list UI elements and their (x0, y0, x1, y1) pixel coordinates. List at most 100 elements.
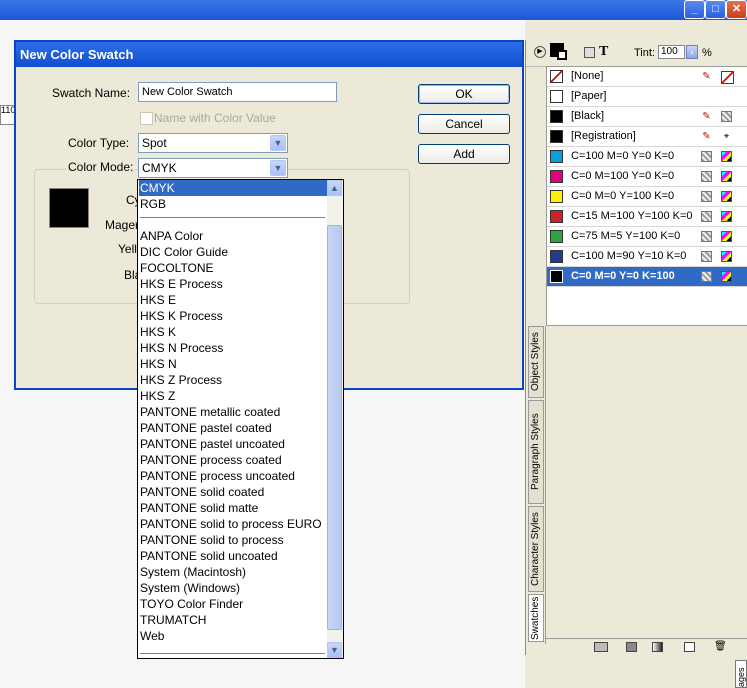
scroll-thumb[interactable] (327, 225, 342, 630)
dropdown-option[interactable]: System (Windows) (139, 580, 327, 596)
color-mode-select[interactable]: CMYK ▼ (138, 158, 288, 178)
tint-input[interactable]: 100 (658, 45, 685, 59)
dropdown-option[interactable]: PANTONE process uncoated (139, 468, 327, 484)
dropdown-separator (140, 217, 325, 218)
swatch-black-chip (550, 110, 563, 123)
formatting-text-icon[interactable]: T (599, 44, 608, 60)
swatch-name: C=100 M=0 Y=0 K=0 (571, 150, 675, 162)
tint-label: Tint: (634, 47, 655, 59)
tab-swatches[interactable]: Swatches (528, 594, 544, 642)
dropdown-option[interactable]: PANTONE pastel coated (139, 420, 327, 436)
dropdown-option[interactable]: HKS Z Process (139, 372, 327, 388)
tab-object-styles[interactable]: Object Styles (528, 326, 544, 398)
name-with-color-value-checkbox[interactable] (140, 112, 153, 125)
scroll-down-icon[interactable]: ▼ (327, 642, 342, 658)
swatch-row[interactable]: C=15 M=100 Y=100 K=0 (547, 207, 747, 227)
minimize-button[interactable]: _ (684, 0, 705, 19)
swatch-name: [None] (571, 70, 604, 82)
swatch-row[interactable]: [Paper] (547, 87, 747, 107)
tab-paragraph-styles[interactable]: Paragraph Styles (528, 400, 544, 504)
swatch-row[interactable]: [None] ✎ (547, 67, 747, 87)
process-color-icon (701, 191, 712, 202)
swatch-row[interactable]: C=0 M=100 Y=0 K=0 (547, 167, 747, 187)
scroll-up-icon[interactable]: ▲ (327, 180, 342, 196)
swatch-color-chip (550, 250, 563, 263)
cancel-button[interactable]: Cancel (418, 114, 510, 134)
dropdown-option[interactable]: HKS Z (139, 388, 327, 404)
swatch-row[interactable]: C=100 M=0 Y=0 K=0 (547, 147, 747, 167)
tab-pages[interactable]: ages (735, 660, 747, 688)
dropdown-option[interactable]: TRUMATCH (139, 612, 327, 628)
maximize-button[interactable]: □ (705, 0, 726, 19)
swatch-row[interactable]: C=75 M=5 Y=100 K=0 (547, 227, 747, 247)
dropdown-option[interactable]: PANTONE solid uncoated (139, 548, 327, 564)
dropdown-separator (140, 653, 325, 654)
process-color-icon (701, 251, 712, 262)
swatches-list: [None] ✎ [Paper] [Black] ✎ [Registration… (546, 66, 747, 326)
swatch-name: [Paper] (571, 90, 607, 102)
color-type-select[interactable]: Spot ▼ (138, 133, 288, 153)
chevron-down-icon[interactable]: ▼ (270, 135, 286, 151)
none-icon (721, 71, 734, 84)
process-color-icon (701, 231, 712, 242)
no-edit-icon: ✎ (702, 111, 711, 122)
dropdown-option[interactable]: HKS E (139, 292, 327, 308)
process-color-icon (701, 211, 712, 222)
dropdown-option[interactable]: RGB (139, 196, 327, 212)
dropdown-option[interactable]: TOYO Color Finder (139, 596, 327, 612)
show-color-swatches-icon[interactable] (626, 642, 637, 652)
swatch-name: C=15 M=100 Y=100 K=0 (571, 210, 693, 222)
cmyk-mode-icon (721, 211, 732, 222)
swatch-row[interactable]: [Black] ✎ (547, 107, 747, 127)
dropdown-option[interactable]: HKS N (139, 356, 327, 372)
dropdown-option[interactable]: Web (139, 628, 327, 644)
dropdown-option[interactable]: PANTONE solid to process (139, 532, 327, 548)
name-with-color-value-label: Name with Color Value (154, 111, 276, 125)
formatting-container-icon[interactable] (584, 47, 595, 58)
swatch-row[interactable]: C=100 M=90 Y=10 K=0 (547, 247, 747, 267)
dropdown-option[interactable]: PANTONE process coated (139, 452, 327, 468)
panel-menu-icon[interactable]: ▶ (534, 46, 546, 58)
dropdown-option[interactable]: PANTONE solid matte (139, 500, 327, 516)
tab-character-styles[interactable]: Character Styles (528, 506, 544, 592)
dropdown-option[interactable]: PANTONE solid coated (139, 484, 327, 500)
show-all-swatches-icon[interactable] (594, 642, 608, 652)
dropdown-option[interactable]: HKS K (139, 324, 327, 340)
add-button[interactable]: Add (418, 144, 510, 164)
swatch-name: C=0 M=100 Y=0 K=0 (571, 170, 675, 182)
dropdown-option[interactable]: DIC Color Guide (139, 244, 327, 260)
cmyk-mode-icon (721, 251, 732, 262)
color-mode-value: CMYK (142, 161, 177, 175)
stroke-icon[interactable] (557, 50, 567, 60)
ok-button[interactable]: OK (418, 84, 510, 104)
process-color-icon (701, 171, 712, 182)
dropdown-option[interactable]: PANTONE solid to process EURO (139, 516, 327, 532)
new-swatch-icon[interactable] (684, 642, 695, 652)
cmyk-mode-icon (721, 171, 732, 182)
dropdown-option[interactable]: HKS N Process (139, 340, 327, 356)
dropdown-option[interactable]: System (Macintosh) (139, 564, 327, 580)
dropdown-option[interactable]: FOCOLTONE (139, 260, 327, 276)
swatch-row-selected[interactable]: C=0 M=0 Y=0 K=100 (547, 267, 747, 287)
close-app-button[interactable]: ✕ (726, 0, 747, 19)
show-gradient-swatches-icon[interactable] (652, 642, 663, 652)
dropdown-option[interactable]: PANTONE metallic coated (139, 404, 327, 420)
color-mode-dropdown-list: CMYK RGB ANPA Color DIC Color Guide FOCO… (137, 179, 344, 659)
dropdown-option[interactable]: HKS K Process (139, 308, 327, 324)
tint-arrow-icon[interactable]: › (686, 45, 698, 59)
dropdown-scrollbar[interactable]: ▲ ▼ (327, 180, 343, 658)
swatch-row[interactable]: [Registration] ✎ ⌖ (547, 127, 747, 147)
tint-unit: % (702, 47, 712, 59)
cmyk-mode-icon (721, 151, 732, 162)
swatch-name-input[interactable]: New Color Swatch (138, 82, 337, 102)
chevron-down-icon[interactable]: ▼ (270, 160, 286, 176)
dropdown-option[interactable]: HKS E Process (139, 276, 327, 292)
dropdown-option[interactable]: CMYK (139, 180, 327, 196)
swatch-row[interactable]: C=0 M=0 Y=100 K=0 (547, 187, 747, 207)
process-color-icon (721, 111, 732, 122)
cmyk-mode-icon (721, 271, 732, 282)
dropdown-option[interactable]: ANPA Color (139, 228, 327, 244)
color-type-label: Color Type: (68, 136, 130, 150)
dropdown-option[interactable]: PANTONE pastel uncoated (139, 436, 327, 452)
delete-swatch-icon[interactable]: 🗑 (714, 642, 727, 652)
